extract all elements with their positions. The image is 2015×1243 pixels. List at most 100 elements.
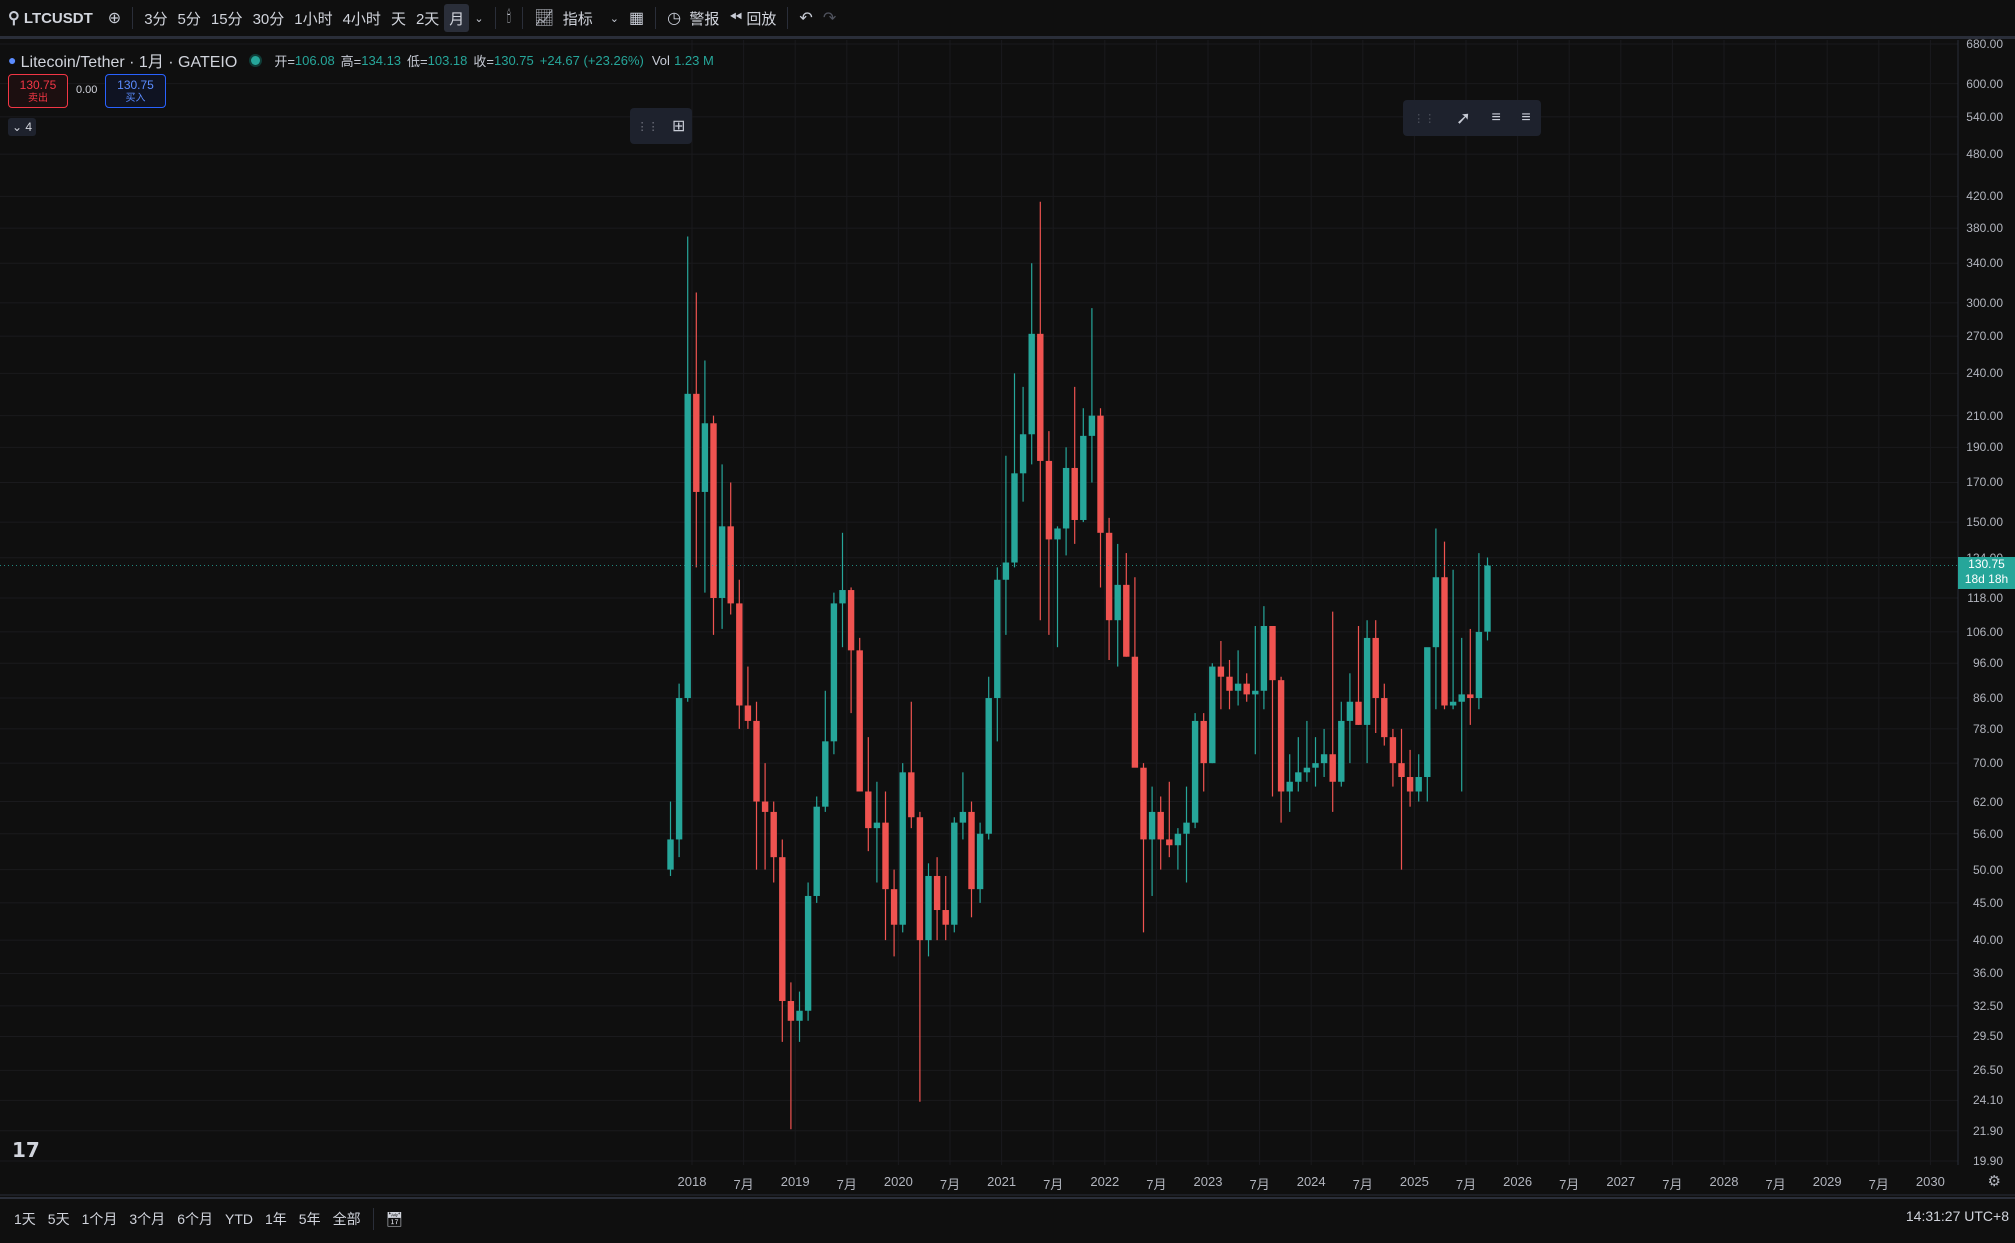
candle-body — [1372, 637, 1379, 699]
indicators-dropdown[interactable]: ⌄ — [598, 0, 624, 36]
symbol-title[interactable]: Litecoin/Tether · 1月 · GATEIO — [21, 48, 238, 72]
price-chart[interactable] — [0, 0, 2015, 1243]
candle-body — [1329, 754, 1336, 782]
redo-button[interactable]: ↷ — [818, 0, 841, 36]
candle-body — [899, 772, 906, 925]
interval-label: 5分 — [177, 10, 201, 28]
market-status-icon[interactable] — [251, 55, 261, 65]
undo-button[interactable]: ↶ — [794, 0, 817, 36]
price-tick-label: 300.00 — [1966, 295, 2003, 310]
open-value: 106.08 — [294, 52, 335, 68]
indicators-button[interactable]: 📈︎ 指标 — [529, 0, 598, 36]
range-1d[interactable]: 1天 — [8, 1209, 42, 1229]
candle-body — [1415, 777, 1422, 792]
interval-label: 15分 — [210, 10, 243, 28]
price-tick-label: 45.00 — [1972, 895, 2003, 910]
candle — [1372, 620, 1379, 734]
candle — [925, 863, 932, 957]
tradingview-logo[interactable]: 17 — [12, 1138, 40, 1162]
close-key: 收= — [473, 53, 494, 69]
legend-collapse-button[interactable]: ⌄ 4 — [8, 118, 36, 136]
candle-body — [908, 772, 915, 818]
time-tick-label: 7月 — [733, 1177, 754, 1192]
replay-label: 回放 — [746, 10, 777, 28]
interval-15m[interactable]: 15分 — [206, 0, 248, 36]
range-5d[interactable]: 5天 — [42, 1209, 76, 1229]
floating-widget[interactable]: ⋮⋮ ⊞ — [630, 108, 692, 144]
candle-body — [744, 705, 752, 721]
divider — [132, 7, 134, 29]
candle — [1045, 431, 1053, 635]
range-1y[interactable]: 1年 — [259, 1209, 293, 1229]
clock-timezone[interactable]: 14:31:27 UTC+8 — [1906, 1208, 2009, 1224]
candle-body — [684, 393, 691, 699]
date-range-button[interactable]: 📅︎ — [380, 1211, 410, 1228]
candle — [839, 532, 846, 648]
range-1m[interactable]: 1个月 — [76, 1209, 124, 1229]
alerts-button[interactable]: ◷ 警报 — [662, 0, 724, 36]
drag-handle-icon[interactable]: ⋮⋮ — [1413, 112, 1435, 125]
chevron-down-icon: ⌄ — [609, 12, 619, 25]
candle-body — [1200, 720, 1207, 764]
time-tick-label: 2021 — [987, 1174, 1017, 1189]
candle — [1320, 728, 1328, 778]
candle-body — [916, 817, 924, 941]
price-tick-label: 19.90 — [1972, 1154, 2003, 1168]
candle — [684, 236, 691, 702]
price-tick-label: 150.00 — [1966, 515, 2003, 530]
candle — [1269, 625, 1276, 797]
candle-body — [976, 833, 984, 890]
interval-label: 1小时 — [294, 10, 333, 28]
interval-1mo[interactable]: 月 — [444, 4, 470, 32]
add-widget-icon[interactable]: ⊞ — [672, 116, 685, 136]
range-5y[interactable]: 5年 — [293, 1209, 327, 1229]
interval-30m[interactable]: 30分 — [248, 0, 290, 36]
range-ytd[interactable]: YTD — [219, 1211, 259, 1227]
candle — [1166, 781, 1173, 858]
candle-body — [1355, 701, 1362, 725]
price-range-icon[interactable]: ≡ — [1521, 109, 1530, 127]
time-tick-label: 2024 — [1296, 1174, 1326, 1189]
candle-body — [1260, 625, 1268, 691]
time-tick-label: 7月 — [836, 1177, 857, 1192]
interval-1h[interactable]: 1小时 — [289, 0, 337, 36]
plus-circle-icon: ⊕ — [107, 10, 122, 27]
replay-button[interactable]: ⏪︎ 回放 — [724, 0, 781, 36]
interval-4h[interactable]: 4小时 — [338, 0, 386, 36]
interval-1d[interactable]: 天 — [386, 0, 411, 36]
range-3m[interactable]: 3个月 — [123, 1209, 171, 1229]
interval-3m[interactable]: 3分 — [139, 0, 172, 36]
candle-body — [1277, 680, 1285, 792]
time-tick-label: 7月 — [1146, 1177, 1167, 1192]
drag-handle-icon[interactable]: ⋮⋮ — [637, 120, 659, 133]
horizontal-ray-icon[interactable]: ≡ — [1491, 109, 1500, 127]
range-all[interactable]: 全部 — [327, 1209, 367, 1229]
trend-line-icon[interactable]: ➚ — [1456, 108, 1471, 129]
symbol-search[interactable]: ⚲ LTCUSDT — [0, 0, 103, 36]
interval-dropdown[interactable]: ⌄ — [469, 0, 488, 36]
add-symbol-button[interactable]: ⊕ — [103, 0, 126, 36]
candle-body — [1088, 415, 1096, 436]
candle — [1329, 611, 1336, 812]
change-value: +24.67 (+23.26%) — [539, 52, 644, 68]
price-tick-label: 40.00 — [1972, 933, 2003, 948]
candle-body — [1011, 473, 1018, 563]
range-6m[interactable]: 6个月 — [171, 1209, 219, 1229]
sell-button[interactable]: 130.75 卖出 — [8, 74, 68, 108]
interval-5m[interactable]: 5分 — [173, 0, 206, 36]
price-tick-label: 480.00 — [1966, 147, 2003, 162]
candle — [1123, 553, 1130, 657]
chart-type-button[interactable]: 🕯︎ — [502, 0, 517, 36]
candle-body — [1131, 656, 1139, 768]
settings-gear-icon[interactable]: ⚙ — [1988, 1172, 2001, 1190]
candle — [727, 482, 734, 615]
interval-2d[interactable]: 2天 — [411, 0, 444, 36]
volume-key: Vol — [651, 52, 670, 68]
price-tick-label: 170.00 — [1966, 475, 2003, 490]
buy-button[interactable]: 130.75 买入 — [105, 74, 166, 108]
candle-body — [968, 811, 975, 890]
candle-body — [933, 875, 941, 911]
price-tick-label: 26.50 — [1972, 1063, 2003, 1078]
layout-button[interactable]: ▦ — [624, 0, 649, 36]
candle-body — [1432, 577, 1440, 648]
